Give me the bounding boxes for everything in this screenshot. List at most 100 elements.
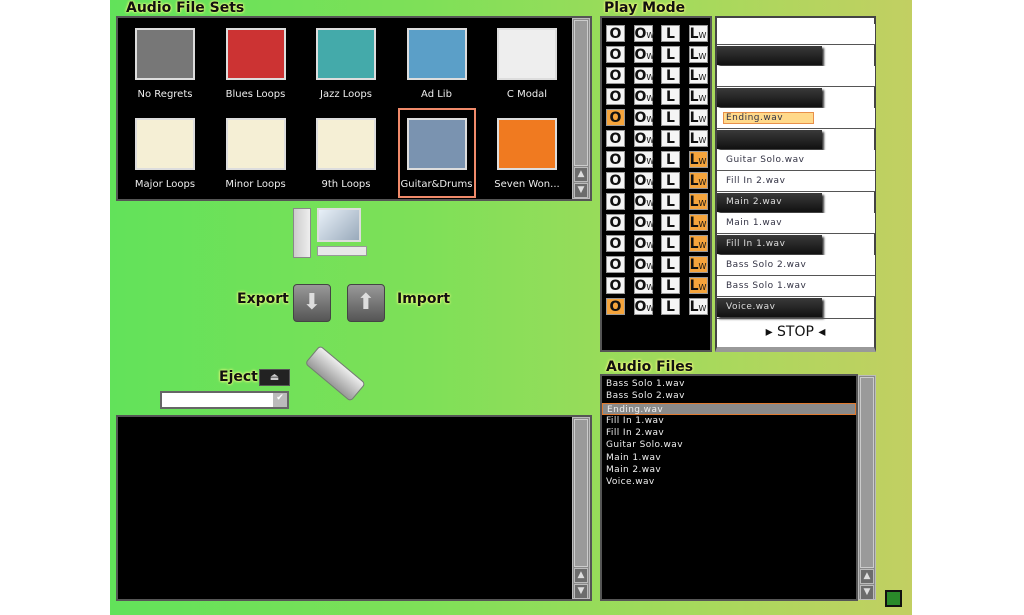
piano-key[interactable] — [717, 88, 822, 107]
piano-key[interactable]: Ending.wav — [717, 108, 875, 129]
play-mode-lw-button[interactable]: LW — [688, 277, 708, 294]
audio-file-set-item[interactable]: C Modal — [490, 26, 564, 112]
play-mode-lw-button[interactable]: LW — [688, 109, 708, 126]
play-mode-l-button[interactable]: L — [661, 130, 680, 147]
audio-file-set-item[interactable]: Blues Loops — [219, 26, 293, 112]
drive-select[interactable]: ✔ — [160, 391, 289, 409]
play-mode-lw-button[interactable]: LW — [688, 214, 708, 231]
audio-file-item[interactable]: Voice.wav — [602, 476, 856, 488]
piano-key[interactable]: Bass Solo 1.wav — [717, 276, 875, 297]
play-mode-ow-button[interactable]: OW — [633, 193, 654, 210]
play-mode-l-button[interactable]: L — [661, 88, 680, 105]
import-button[interactable]: ⬆ — [347, 284, 385, 322]
play-mode-o-button[interactable]: O — [606, 193, 625, 210]
audio-file-set-item[interactable]: 9th Loops — [309, 110, 383, 196]
audio-file-item[interactable]: Fill In 2.wav — [602, 427, 856, 439]
play-mode-l-button[interactable]: L — [661, 214, 680, 231]
play-mode-l-button[interactable]: L — [661, 46, 680, 63]
sets-scrollbar[interactable]: ▲ ▼ — [572, 18, 590, 199]
audio-file-set-item[interactable]: Jazz Loops — [309, 26, 383, 112]
play-mode-ow-button[interactable]: OW — [633, 235, 654, 252]
play-mode-ow-button[interactable]: OW — [633, 214, 654, 231]
audio-file-set-item[interactable]: Minor Loops — [219, 110, 293, 196]
play-mode-ow-button[interactable]: OW — [633, 151, 654, 168]
play-mode-ow-button[interactable]: OW — [633, 109, 654, 126]
play-mode-lw-button[interactable]: LW — [688, 151, 708, 168]
play-mode-o-button[interactable]: O — [606, 130, 625, 147]
scroll-up-button[interactable]: ▲ — [860, 569, 874, 584]
play-mode-o-button[interactable]: O — [606, 67, 625, 84]
play-mode-l-button[interactable]: L — [661, 67, 680, 84]
audio-file-item[interactable]: Main 1.wav — [602, 452, 856, 464]
play-mode-lw-button[interactable]: LW — [688, 172, 708, 189]
play-mode-ow-button[interactable]: OW — [633, 88, 654, 105]
piano-key[interactable]: Fill In 1.wav — [717, 235, 822, 254]
export-button[interactable]: ⬇ — [293, 284, 331, 322]
play-mode-ow-button[interactable]: OW — [633, 256, 654, 273]
audio-file-set-item[interactable]: Major Loops — [128, 110, 202, 196]
piano-key[interactable]: Main 1.wav — [717, 213, 875, 234]
play-mode-l-button[interactable]: L — [661, 151, 680, 168]
scroll-down-button[interactable]: ▼ — [860, 585, 874, 600]
audio-file-item[interactable]: Ending.wav — [602, 402, 856, 415]
play-mode-o-button[interactable]: O — [606, 46, 625, 63]
play-mode-l-button[interactable]: L — [661, 172, 680, 189]
audio-file-item[interactable]: Guitar Solo.wav — [602, 439, 856, 451]
scroll-down-button[interactable]: ▼ — [574, 584, 588, 599]
play-mode-o-button[interactable]: O — [606, 277, 625, 294]
play-mode-ow-button[interactable]: OW — [633, 130, 654, 147]
piano-key[interactable]: Guitar Solo.wav — [717, 150, 875, 171]
play-mode-ow-button[interactable]: OW — [633, 298, 654, 315]
play-mode-l-button[interactable]: L — [661, 193, 680, 210]
play-mode-ow-button[interactable]: OW — [633, 25, 654, 42]
piano-key[interactable] — [717, 24, 875, 45]
play-mode-o-button[interactable]: O — [606, 109, 625, 126]
log-scrollbar[interactable]: ▲ ▼ — [572, 417, 590, 599]
audio-file-set-item[interactable]: Ad Lib — [400, 26, 474, 112]
audio-file-set-item[interactable]: Seven Won... — [490, 110, 564, 196]
audio-file-item[interactable]: Bass Solo 1.wav — [602, 378, 856, 390]
resize-grip-icon[interactable] — [885, 590, 902, 607]
audio-files-scrollbar[interactable]: ▲ ▼ — [858, 375, 876, 600]
scroll-thumb[interactable] — [860, 377, 874, 568]
scroll-thumb[interactable] — [574, 20, 588, 166]
play-mode-lw-button[interactable]: LW — [688, 46, 708, 63]
play-mode-o-button[interactable]: O — [606, 298, 625, 315]
piano-key[interactable]: Main 2.wav — [717, 193, 822, 212]
scroll-thumb[interactable] — [574, 419, 588, 567]
play-mode-o-button[interactable]: O — [606, 88, 625, 105]
play-mode-o-button[interactable]: O — [606, 256, 625, 273]
scroll-up-button[interactable]: ▲ — [574, 568, 588, 583]
play-mode-ow-button[interactable]: OW — [633, 277, 654, 294]
play-mode-lw-button[interactable]: LW — [688, 235, 708, 252]
play-mode-o-button[interactable]: O — [606, 235, 625, 252]
play-mode-l-button[interactable]: L — [661, 235, 680, 252]
play-mode-lw-button[interactable]: LW — [688, 88, 708, 105]
play-mode-o-button[interactable]: O — [606, 214, 625, 231]
chevron-down-icon[interactable]: ✔ — [273, 393, 287, 407]
piano-key[interactable]: Fill In 2.wav — [717, 171, 875, 192]
play-mode-l-button[interactable]: L — [661, 25, 680, 42]
play-mode-lw-button[interactable]: LW — [688, 130, 708, 147]
play-mode-l-button[interactable]: L — [661, 298, 680, 315]
play-mode-lw-button[interactable]: LW — [688, 67, 708, 84]
play-mode-l-button[interactable]: L — [661, 277, 680, 294]
play-mode-l-button[interactable]: L — [661, 256, 680, 273]
piano-key[interactable] — [717, 66, 875, 87]
play-mode-o-button[interactable]: O — [606, 172, 625, 189]
audio-file-item[interactable]: Fill In 1.wav — [602, 415, 856, 427]
piano-key[interactable]: Bass Solo 2.wav — [717, 255, 875, 276]
audio-file-item[interactable]: Main 2.wav — [602, 464, 856, 476]
piano-key[interactable] — [717, 46, 822, 65]
audio-file-set-item[interactable]: No Regrets — [128, 26, 202, 112]
scroll-down-button[interactable]: ▼ — [574, 183, 588, 198]
play-mode-ow-button[interactable]: OW — [633, 172, 654, 189]
play-mode-o-button[interactable]: O — [606, 25, 625, 42]
play-mode-ow-button[interactable]: OW — [633, 67, 654, 84]
eject-button[interactable]: ⏏ — [259, 369, 290, 386]
piano-key[interactable] — [717, 130, 822, 149]
stop-button[interactable]: ▸ STOP ◂ — [717, 318, 874, 344]
play-mode-ow-button[interactable]: OW — [633, 46, 654, 63]
play-mode-lw-button[interactable]: LW — [688, 25, 708, 42]
scroll-up-button[interactable]: ▲ — [574, 167, 588, 182]
